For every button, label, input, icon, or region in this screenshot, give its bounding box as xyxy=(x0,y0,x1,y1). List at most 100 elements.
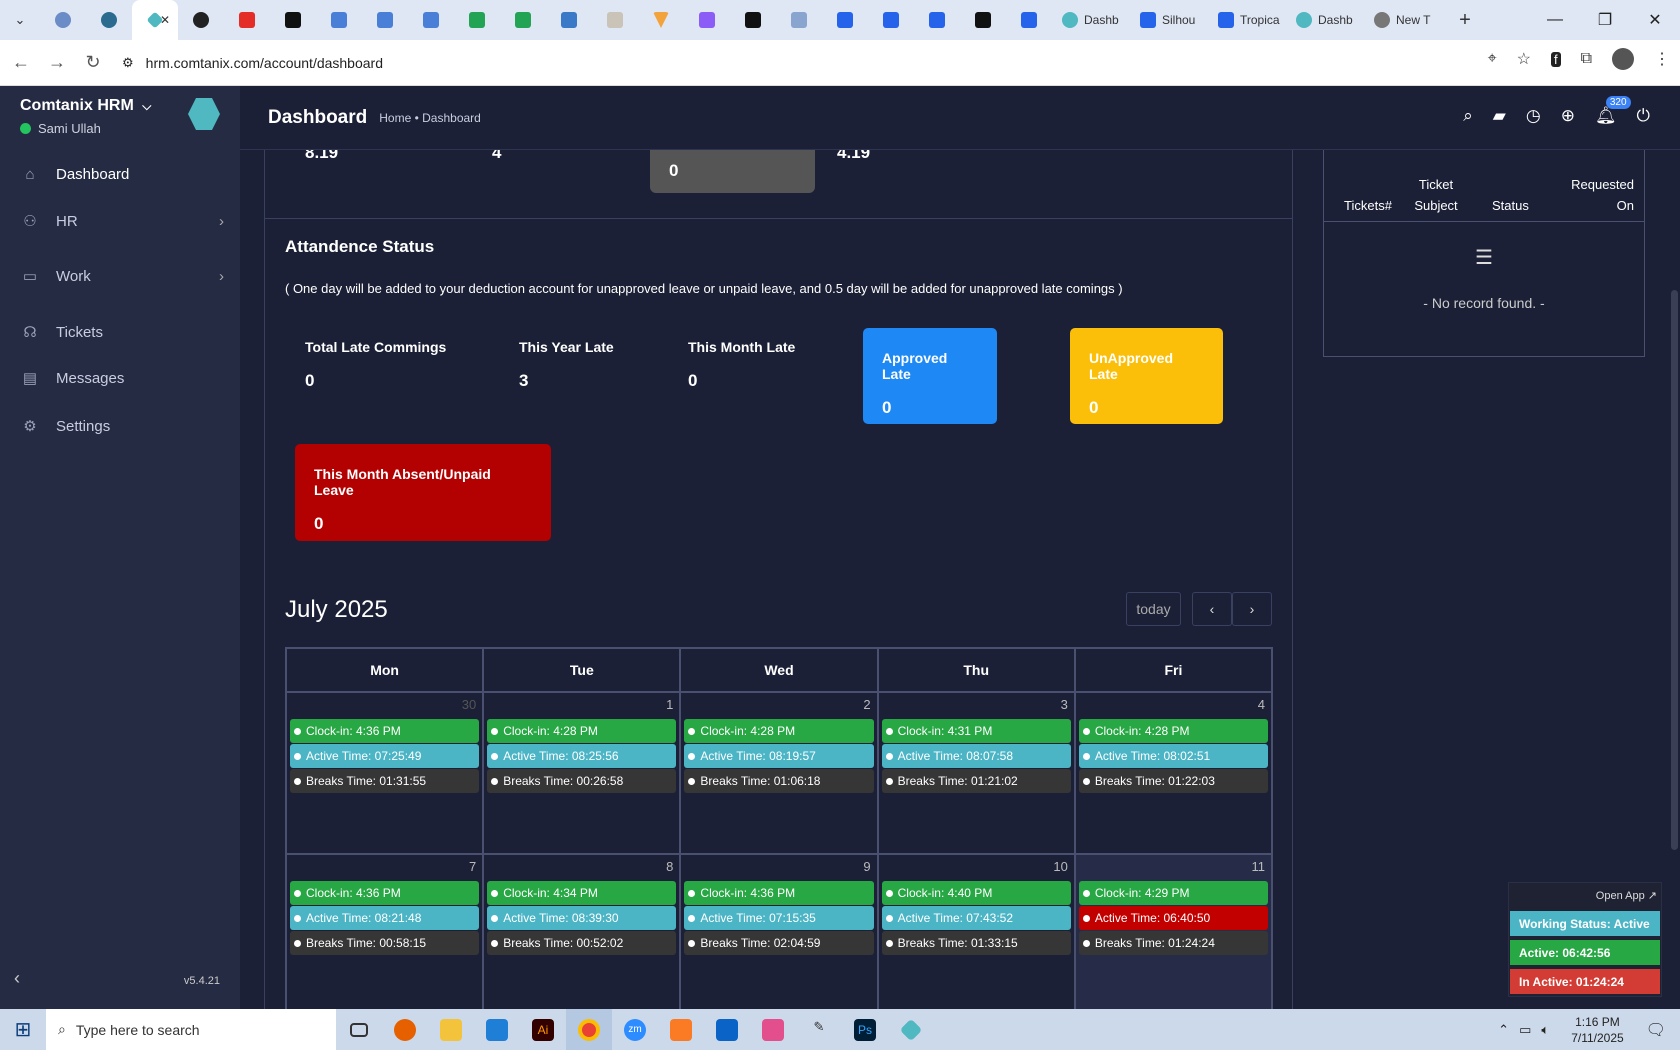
url-field[interactable]: ⚙ hrm.comtanix.com/account/dashboard xyxy=(122,55,383,71)
browser-tab[interactable] xyxy=(868,0,914,40)
calendar-day[interactable]: 9 Clock-in: 4:36 PM Active Time: 07:15:35 B… xyxy=(681,855,879,1009)
sidebar-item-messages[interactable]: ▤ Messages xyxy=(0,356,240,400)
sidebar-item-dashboard[interactable]: ⌂ Dashboard xyxy=(0,152,240,196)
active-time-event[interactable]: Active Time: 08:19:57 xyxy=(684,744,874,768)
breaks-time-event[interactable]: Breaks Time: 00:52:02 xyxy=(487,931,677,955)
breaks-time-event[interactable]: Breaks Time: 02:04:59 xyxy=(684,931,874,955)
firefox-icon[interactable] xyxy=(382,1009,428,1050)
scrollbar-thumb[interactable] xyxy=(1671,290,1678,850)
browser-tab-active[interactable]: ✕ xyxy=(132,0,178,40)
clockin-event[interactable]: Clock-in: 4:36 PM xyxy=(290,719,480,743)
volume-icon[interactable]: 🔈︎ xyxy=(1541,1022,1549,1038)
browser-menu-icon[interactable]: ⋮ xyxy=(1654,49,1670,69)
sidebar-item-tickets[interactable]: ☊ Tickets xyxy=(0,310,240,354)
new-tab-button[interactable]: + xyxy=(1442,0,1488,40)
calendar-day-today[interactable]: 11 Clock-in: 4:29 PM Active Time: 06:40:50… xyxy=(1075,855,1272,1009)
breaks-time-event[interactable]: Breaks Time: 01:33:15 xyxy=(881,931,1071,955)
add-icon[interactable]: ⊕ xyxy=(1561,106,1575,126)
notification-center-icon[interactable]: 🗨︎ xyxy=(1646,1020,1666,1040)
browser-tab[interactable] xyxy=(776,0,822,40)
restore-button[interactable]: ❐ xyxy=(1580,0,1630,40)
breaks-time-event[interactable]: Breaks Time: 01:22:03 xyxy=(1078,769,1269,793)
browser-tab[interactable] xyxy=(362,0,408,40)
tab-list-button[interactable]: ⌄ xyxy=(0,0,40,40)
extension-icon[interactable]: f xyxy=(1550,51,1561,67)
active-time-event[interactable]: Active Time: 08:25:56 xyxy=(487,744,677,768)
calendar-day[interactable]: 2 Clock-in: 4:28 PM Active Time: 08:19:57 B… xyxy=(681,693,879,853)
bookmark-star-icon[interactable]: ☆ xyxy=(1517,49,1531,69)
page-scrollbar[interactable] xyxy=(1669,150,1680,1009)
clockin-event[interactable]: Clock-in: 4:36 PM xyxy=(684,881,874,905)
bell-icon[interactable]: 🔔︎ 320 xyxy=(1595,96,1631,126)
browser-tab[interactable]: New T xyxy=(1364,0,1442,40)
hrm-app-icon[interactable] xyxy=(888,1009,934,1050)
breaks-time-event[interactable]: Breaks Time: 00:26:58 xyxy=(487,769,677,793)
reload-button[interactable]: ↻ xyxy=(78,48,108,78)
browser-tab[interactable] xyxy=(500,0,546,40)
browser-tab[interactable] xyxy=(914,0,960,40)
browser-tab[interactable]: Dashb xyxy=(1052,0,1130,40)
outlook-icon[interactable] xyxy=(704,1009,750,1050)
clockin-event[interactable]: Clock-in: 4:31 PM xyxy=(881,719,1071,743)
notes-icon[interactable]: ▰ xyxy=(1493,106,1506,126)
location-icon[interactable]: ⌖ xyxy=(1488,50,1497,68)
zoom-icon[interactable]: zm xyxy=(612,1009,658,1050)
browser-tab[interactable] xyxy=(86,0,132,40)
browser-tab[interactable] xyxy=(730,0,776,40)
back-button[interactable]: ← xyxy=(6,48,36,78)
sidebar-item-settings[interactable]: ⚙ Settings xyxy=(0,404,240,448)
extensions-puzzle-icon[interactable]: ⧉ xyxy=(1581,50,1592,68)
browser-tab[interactable] xyxy=(592,0,638,40)
power-icon[interactable]: ⏻ xyxy=(1637,106,1650,126)
next-month-button[interactable]: › xyxy=(1232,592,1272,626)
breaks-time-event[interactable]: Breaks Time: 01:31:55 xyxy=(290,769,480,793)
calendar-day[interactable]: 10 Clock-in: 4:40 PM Active Time: 07:43:52… xyxy=(879,855,1076,1009)
approved-late-card[interactable]: Approved Late 0 xyxy=(863,328,997,424)
calendar-day[interactable]: 8 Clock-in: 4:34 PM Active Time: 08:39:30 B… xyxy=(484,855,682,1009)
browser-tab[interactable]: Dashb xyxy=(1286,0,1364,40)
active-time-event[interactable]: Active Time: 06:40:50 xyxy=(1078,906,1269,930)
clockin-event[interactable]: Clock-in: 4:34 PM xyxy=(487,881,677,905)
photoshop-icon[interactable]: Ps xyxy=(842,1009,888,1050)
active-time-event[interactable]: Active Time: 08:21:48 xyxy=(290,906,480,930)
forward-button[interactable]: → xyxy=(42,48,72,78)
breaks-time-event[interactable]: Breaks Time: 01:24:24 xyxy=(1078,931,1269,955)
prev-month-button[interactable]: ‹ xyxy=(1192,592,1232,626)
network-icon[interactable]: ▭ xyxy=(1519,1022,1531,1038)
breaks-time-event[interactable]: Breaks Time: 01:06:18 xyxy=(684,769,874,793)
browser-tab[interactable] xyxy=(40,0,86,40)
app-switcher[interactable]: Comtanix HRM ⌵ xyxy=(20,97,151,115)
active-time-event[interactable]: Active Time: 08:02:51 xyxy=(1078,744,1269,768)
browser-tab[interactable] xyxy=(684,0,730,40)
browser-tab[interactable] xyxy=(270,0,316,40)
browser-tab[interactable] xyxy=(1006,0,1052,40)
profile-avatar[interactable] xyxy=(1612,48,1634,70)
minimize-button[interactable]: — xyxy=(1530,0,1580,40)
open-app-link[interactable]: Open App ↗ xyxy=(1596,889,1657,902)
active-time-event[interactable]: Active Time: 07:43:52 xyxy=(881,906,1071,930)
browser-tab[interactable] xyxy=(178,0,224,40)
calendar-day[interactable]: 30 Clock-in: 4:36 PM Active Time: 07:25:49… xyxy=(287,693,485,853)
close-window-button[interactable]: ✕ xyxy=(1630,0,1680,40)
browser-tab[interactable]: Tropica xyxy=(1208,0,1286,40)
active-time-event[interactable]: Active Time: 07:25:49 xyxy=(290,744,480,768)
browser-tab[interactable] xyxy=(224,0,270,40)
breaks-time-event[interactable]: Breaks Time: 00:58:15 xyxy=(290,931,480,955)
browser-tab[interactable] xyxy=(454,0,500,40)
calendar-day[interactable]: 4 Clock-in: 4:28 PM Active Time: 08:02:51 B… xyxy=(1076,693,1271,853)
active-time-event[interactable]: Active Time: 08:39:30 xyxy=(487,906,677,930)
sidebar-item-hr[interactable]: ⚇ HR › xyxy=(0,199,240,243)
clock-icon[interactable]: ◷ xyxy=(1526,106,1541,126)
site-info-icon[interactable]: ⚙ xyxy=(122,55,134,71)
browser-tab[interactable] xyxy=(960,0,1006,40)
browser-tab[interactable] xyxy=(822,0,868,40)
active-time-event[interactable]: Active Time: 08:07:58 xyxy=(881,744,1071,768)
breadcrumb[interactable]: Home • Dashboard xyxy=(379,111,481,125)
browser-tab[interactable] xyxy=(316,0,362,40)
file-explorer-icon[interactable] xyxy=(428,1009,474,1050)
taskbar-search[interactable]: ⌕ Type here to search xyxy=(46,1009,336,1050)
browser-tab[interactable]: Silhou xyxy=(1130,0,1208,40)
windows-start-icon[interactable]: ⊞ xyxy=(0,1009,46,1050)
browser-tab[interactable] xyxy=(638,0,684,40)
creative-cloud-icon[interactable] xyxy=(750,1009,796,1050)
